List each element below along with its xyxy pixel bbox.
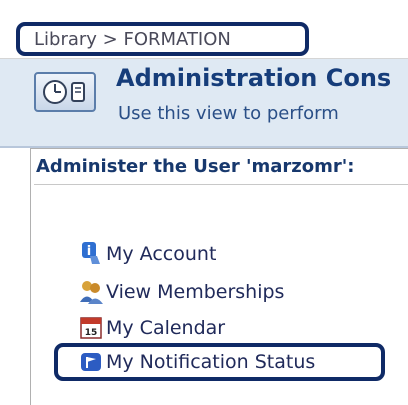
memberships-icon	[78, 278, 106, 306]
calendar-icon: 15	[78, 314, 106, 342]
section-title: Administer the User 'marzomr':	[36, 156, 355, 177]
menu-item-label[interactable]: My Calendar	[106, 317, 225, 339]
info-icon: i	[78, 240, 106, 268]
breadcrumb[interactable]: Library > FORMATION	[16, 22, 309, 56]
page-title: Administration Cons	[116, 64, 392, 92]
menu-item-label[interactable]: My Account	[106, 243, 216, 265]
menu-item-my-calendar[interactable]: 15 My Calendar	[78, 314, 225, 342]
page-subtitle: Use this view to perform	[118, 103, 339, 124]
menu-item-label[interactable]: View Memberships	[106, 281, 284, 303]
section-divider	[34, 184, 408, 185]
highlight-frame	[54, 343, 385, 381]
breadcrumb-text[interactable]: Library > FORMATION	[34, 29, 231, 50]
menu-item-my-account[interactable]: i My Account	[78, 240, 216, 268]
admin-console-icon	[34, 72, 96, 112]
menu-item-view-memberships[interactable]: View Memberships	[78, 278, 284, 306]
svg-text:15: 15	[85, 328, 98, 338]
